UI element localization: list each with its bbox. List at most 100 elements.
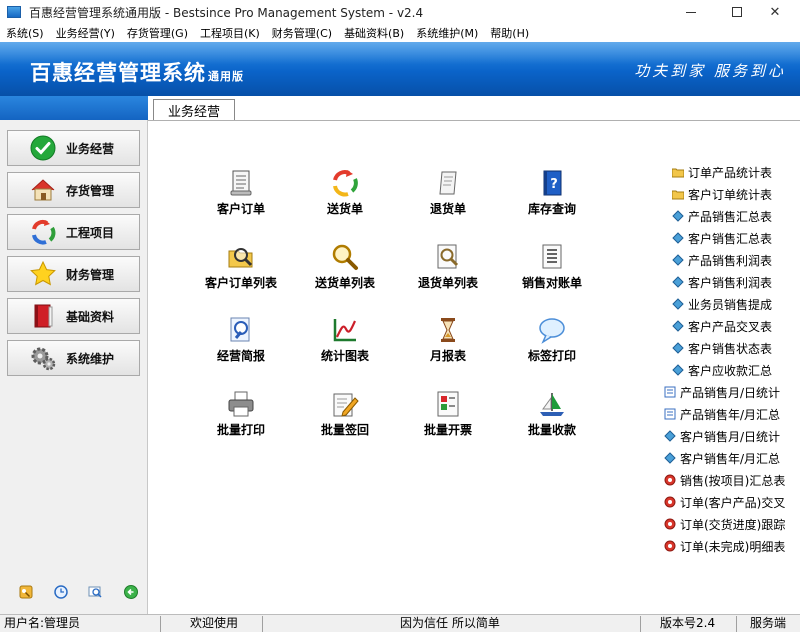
back-arrow-icon[interactable] bbox=[124, 585, 138, 599]
report-link[interactable]: 产品销售利润表 bbox=[672, 251, 772, 269]
tile-monthly-report[interactable]: 月报表 bbox=[398, 315, 498, 369]
tile-customer-order-list[interactable]: 客户订单列表 bbox=[191, 242, 291, 296]
report-diamond-icon bbox=[672, 364, 684, 376]
menu-system[interactable]: 系统(S) bbox=[6, 25, 44, 41]
report-link[interactable]: 客户销售年/月汇总 bbox=[664, 449, 780, 467]
menu-maintenance[interactable]: 系统维护(M) bbox=[416, 25, 478, 41]
list-document-icon bbox=[537, 242, 567, 272]
magnifier-icon bbox=[330, 242, 360, 272]
tile-batch-collection[interactable]: 批量收款 bbox=[502, 389, 602, 443]
close-button[interactable]: ✕ bbox=[758, 0, 792, 24]
minimize-button[interactable] bbox=[674, 0, 708, 24]
report-search-icon bbox=[226, 315, 256, 345]
tile-return-note[interactable]: 退货单 bbox=[398, 168, 498, 222]
recycle-arrows-icon bbox=[30, 219, 56, 245]
key-icon[interactable] bbox=[19, 585, 33, 599]
maximize-icon bbox=[732, 7, 742, 17]
tile-label-print[interactable]: 标签打印 bbox=[502, 315, 602, 369]
pen-paper-icon bbox=[330, 389, 360, 419]
report-link[interactable]: 客户销售利润表 bbox=[672, 273, 772, 291]
status-bar: 用户名:管理员 欢迎使用 因为信任 所以简单 版本号2.4 服务端 bbox=[0, 614, 800, 632]
sidebar-item-maintenance[interactable]: 系统维护 bbox=[7, 340, 140, 376]
report-link[interactable]: 客户销售汇总表 bbox=[672, 229, 772, 247]
collect-ship-icon bbox=[537, 389, 567, 419]
sidebar-item-finance[interactable]: 财务管理 bbox=[7, 256, 140, 292]
menu-inventory[interactable]: 存货管理(G) bbox=[127, 25, 188, 41]
report-link[interactable]: 客户产品交叉表 bbox=[672, 317, 772, 335]
status-version: 版本号2.4 bbox=[660, 616, 716, 630]
status-mode: 服务端 bbox=[750, 616, 787, 630]
menu-business[interactable]: 业务经营(Y) bbox=[56, 25, 115, 41]
tile-batch-print[interactable]: 批量打印 bbox=[191, 389, 291, 443]
house-icon bbox=[30, 177, 56, 203]
red-book-icon bbox=[30, 303, 56, 329]
report-link[interactable]: 客户应收款汇总 bbox=[672, 361, 772, 379]
tab-business[interactable]: 业务经营 bbox=[153, 99, 235, 121]
clock-icon[interactable] bbox=[54, 585, 68, 599]
sidebar-item-business[interactable]: 业务经营 bbox=[7, 130, 140, 166]
sidebar-item-label: 存货管理 bbox=[66, 183, 115, 198]
title-bar: 百惠经营管理系统通用版 - Bestsince Pro Management S… bbox=[0, 0, 800, 24]
status-welcome: 欢迎使用 bbox=[190, 616, 239, 630]
sidebar-item-label: 业务经营 bbox=[66, 141, 115, 156]
brand-title: 百惠经营管理系统 通用版 bbox=[30, 61, 244, 85]
report-link[interactable]: 客户订单统计表 bbox=[672, 185, 772, 203]
check-icon bbox=[30, 135, 56, 161]
line-chart-icon bbox=[330, 315, 360, 345]
folder-icon bbox=[672, 188, 684, 200]
report-link[interactable]: 订单产品统计表 bbox=[672, 163, 772, 181]
tile-stat-charts[interactable]: 统计图表 bbox=[295, 315, 395, 369]
status-motto: 因为信任 所以简单 bbox=[400, 616, 500, 630]
tile-return-list[interactable]: 退货单列表 bbox=[398, 242, 498, 296]
menu-basic-data[interactable]: 基础资料(B) bbox=[344, 25, 404, 41]
tile-stock-query[interactable]: ? 库存查询 bbox=[502, 168, 602, 222]
hourglass-icon bbox=[433, 315, 463, 345]
tile-customer-order[interactable]: 客户订单 bbox=[191, 168, 291, 222]
tile-batch-invoice[interactable]: 批量开票 bbox=[398, 389, 498, 443]
report-link[interactable]: 产品销售年/月汇总 bbox=[664, 405, 780, 423]
sidebar-item-basic-data[interactable]: 基础资料 bbox=[7, 298, 140, 334]
edition-label: 通用版 bbox=[208, 70, 244, 83]
report-link[interactable]: 业务员销售提成 bbox=[672, 295, 772, 313]
report-page-icon bbox=[664, 386, 676, 398]
report-diamond-icon bbox=[672, 298, 684, 310]
sidebar-item-label: 基础资料 bbox=[66, 309, 115, 324]
report-link[interactable]: 产品销售汇总表 bbox=[672, 207, 772, 225]
menu-bar: 系统(S) 业务经营(Y) 存货管理(G) 工程项目(K) 财务管理(C) 基础… bbox=[0, 24, 800, 42]
report-diamond-icon bbox=[672, 320, 684, 332]
sidebar-header-strip bbox=[0, 96, 148, 120]
search-page-icon bbox=[433, 242, 463, 272]
scroll-icon bbox=[433, 168, 463, 198]
star-icon bbox=[30, 261, 56, 287]
maximize-button[interactable] bbox=[720, 0, 754, 24]
report-red-icon bbox=[664, 496, 676, 508]
menu-help[interactable]: 帮助(H) bbox=[490, 25, 529, 41]
tile-delivery-note[interactable]: 送货单 bbox=[295, 168, 395, 222]
report-link[interactable]: 订单(交货进度)跟踪 bbox=[664, 515, 785, 533]
report-link[interactable]: 订单(客户产品)交叉 bbox=[664, 493, 785, 511]
menu-projects[interactable]: 工程项目(K) bbox=[200, 25, 260, 41]
report-link[interactable]: 客户销售月/日统计 bbox=[664, 427, 780, 445]
help-book-icon: ? bbox=[537, 168, 567, 198]
sidebar-item-projects[interactable]: 工程项目 bbox=[7, 214, 140, 250]
folder-icon bbox=[672, 166, 684, 178]
report-link[interactable]: 订单(未完成)明细表 bbox=[664, 537, 785, 555]
sidebar-item-inventory[interactable]: 存货管理 bbox=[7, 172, 140, 208]
minimize-icon bbox=[686, 11, 696, 13]
report-diamond-icon bbox=[672, 210, 684, 222]
preview-icon[interactable] bbox=[88, 585, 102, 599]
menu-finance[interactable]: 财务管理(C) bbox=[272, 25, 332, 41]
tile-delivery-list[interactable]: 送货单列表 bbox=[295, 242, 395, 296]
report-link[interactable]: 销售(按项目)汇总表 bbox=[664, 471, 785, 489]
report-red-icon bbox=[664, 518, 676, 530]
tile-business-brief[interactable]: 经营简报 bbox=[191, 315, 291, 369]
tile-sales-statement[interactable]: 销售对账单 bbox=[502, 242, 602, 296]
tile-batch-signback[interactable]: 批量签回 bbox=[295, 389, 395, 443]
report-link[interactable]: 产品销售月/日统计 bbox=[664, 383, 780, 401]
gears-icon bbox=[30, 345, 56, 371]
report-diamond-icon bbox=[664, 430, 676, 442]
status-user: 用户名:管理员 bbox=[4, 616, 81, 630]
sidebar-item-label: 财务管理 bbox=[66, 267, 115, 282]
speech-bubble-icon bbox=[537, 315, 567, 345]
report-link[interactable]: 客户销售状态表 bbox=[672, 339, 772, 357]
